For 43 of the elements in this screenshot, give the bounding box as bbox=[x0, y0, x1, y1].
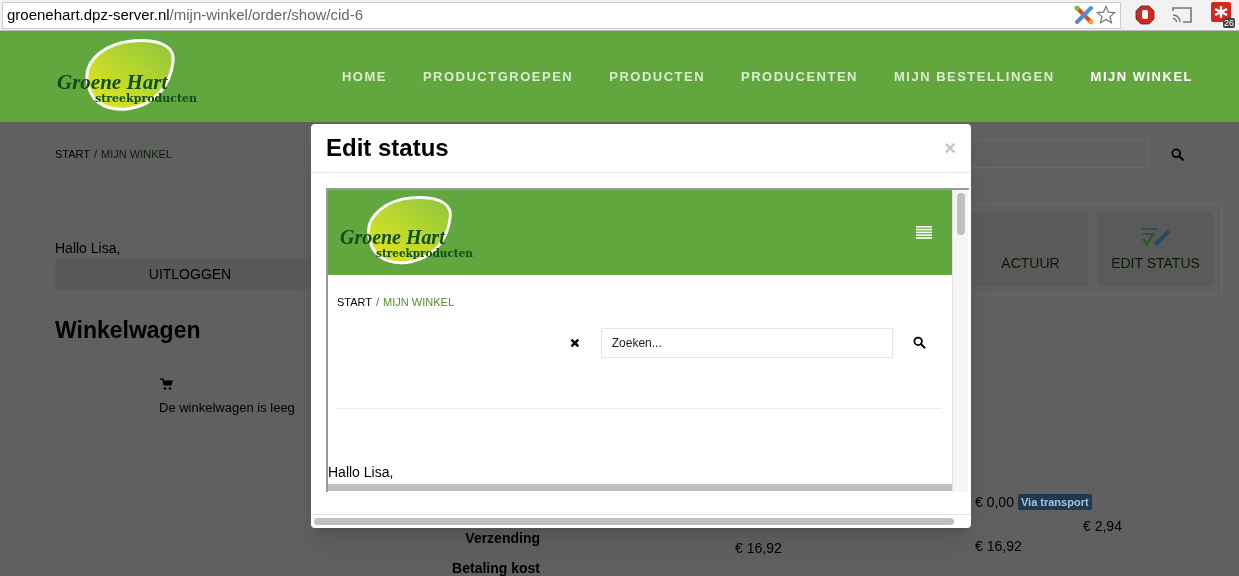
action-tile[interactable]: ACTUUR bbox=[973, 213, 1088, 286]
nav-link[interactable]: MIJN WINKEL bbox=[1090, 66, 1193, 87]
address-bar[interactable]: groenehart.dpz-server.nl/mijn-winkel/order/show/cid-6 bbox=[2, 1, 1121, 29]
nav-link[interactable]: MIJN BESTELLINGEN bbox=[893, 66, 1055, 87]
modal-title: Edit status bbox=[326, 133, 449, 163]
empty-cart-text: De winkelwagen is leeg bbox=[159, 398, 295, 417]
nav-link[interactable]: PRODUCTGROEPEN bbox=[422, 66, 574, 87]
summary-label: Verzending bbox=[465, 530, 540, 546]
breadcrumb-link[interactable]: START bbox=[337, 294, 373, 311]
breadcrumb-link[interactable]: MIJN WINKEL bbox=[101, 145, 172, 163]
amount-text: € 0,00 bbox=[975, 494, 1014, 510]
stop-hand-icon[interactable] bbox=[1135, 5, 1155, 25]
nav-link[interactable]: HOME bbox=[341, 66, 387, 87]
pencil-check-icon bbox=[1139, 225, 1172, 247]
action-tile[interactable]: EDIT STATUS bbox=[1098, 213, 1213, 286]
cast-icon[interactable] bbox=[1171, 6, 1193, 24]
nav-link[interactable]: PRODUCTEN bbox=[609, 66, 706, 87]
breadcrumb-separator: / bbox=[94, 146, 98, 162]
breadcrumb-link[interactable]: MIJN WINKEL bbox=[383, 294, 454, 311]
scrollbar-thumb[interactable] bbox=[956, 193, 965, 235]
extension-icon[interactable] bbox=[1211, 2, 1231, 22]
shipping-badge: Via transport bbox=[1017, 494, 1092, 510]
menu-icon[interactable] bbox=[916, 226, 932, 239]
breadcrumb-link[interactable]: START bbox=[55, 145, 91, 163]
puzzle-logo-icon[interactable] bbox=[1074, 5, 1094, 25]
close-button[interactable]: × bbox=[944, 138, 956, 158]
greeting-text: Hallo Lisa, bbox=[55, 239, 121, 258]
clear-icon[interactable] bbox=[570, 337, 580, 348]
star-icon[interactable] bbox=[1096, 5, 1116, 25]
cart-icon bbox=[160, 377, 173, 390]
greeting-text: Hallo Lisa, bbox=[328, 462, 394, 482]
horizontal-scrollbar[interactable] bbox=[328, 483, 952, 491]
breadcrumb-separator: / bbox=[376, 295, 380, 310]
cart-heading: Winkelwagen bbox=[55, 316, 201, 345]
amount-text: € 16,92 bbox=[735, 540, 782, 556]
url-text: groenehart.dpz-server.nl/mijn-winkel/order/show/cid-6 bbox=[7, 4, 363, 25]
extension-badge: 26 bbox=[1223, 18, 1235, 28]
nav-link[interactable]: PRODUCENTEN bbox=[741, 66, 858, 87]
amount-text: € 2,94 bbox=[1083, 518, 1122, 534]
amount-text: € 16,92 bbox=[975, 538, 1022, 554]
search-icon[interactable] bbox=[913, 336, 926, 349]
summary-label: Betaling kost bbox=[452, 560, 540, 576]
scrollbar-thumb[interactable] bbox=[314, 518, 954, 525]
